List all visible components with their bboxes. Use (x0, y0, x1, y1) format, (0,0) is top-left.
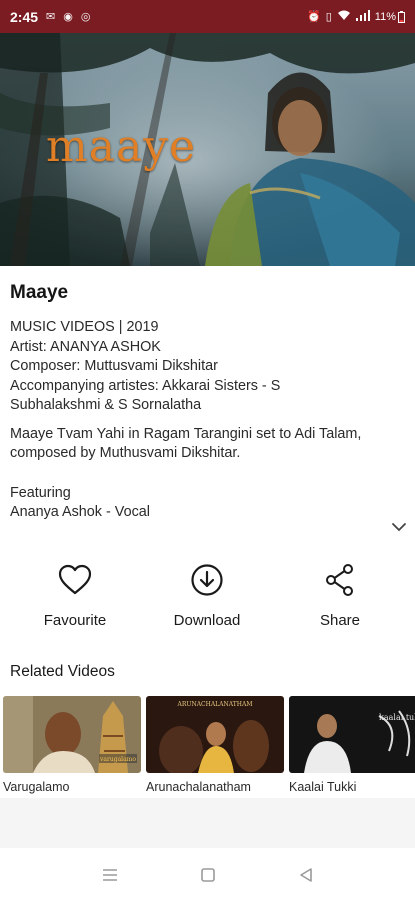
content-footer (0, 798, 415, 848)
related-thumbnail: varugalamo (3, 696, 141, 773)
category-year: MUSIC VIDEOS | 2019 (10, 319, 159, 335)
composer-line: Composer: Muttusvami Dikshitar (10, 358, 218, 374)
home-icon (201, 868, 215, 882)
favourite-label: Favourite (43, 612, 107, 629)
menu-icon (103, 869, 117, 881)
chat-icon: ◉ (63, 11, 73, 23)
home-button[interactable] (198, 866, 218, 884)
accompanying-line-2: Subhalakshmi & S Sornalatha (10, 397, 202, 413)
description-line-1: Maaye Tvam Yahi in Ragam Tarangini set t… (10, 425, 362, 442)
hero-title: maaye (46, 121, 197, 172)
share-label: Share (319, 612, 361, 629)
action-bar: Favourite Download Share (0, 562, 415, 638)
thumb-text: ARUNACHALANATHAM (177, 701, 253, 708)
wifi-icon (337, 10, 351, 24)
related-video-card[interactable]: varugalamo Varugalamo (3, 696, 141, 794)
related-caption: Kaalai Tukki (289, 780, 357, 794)
related-thumbnail: ARUNACHALANATHAM (146, 696, 284, 773)
favourite-button[interactable]: Favourite (20, 562, 130, 629)
download-label: Download (173, 612, 241, 629)
back-icon (300, 868, 312, 882)
video-title: Maaye (10, 282, 69, 303)
media-icon: ◎ (80, 11, 91, 23)
battery-icon (398, 10, 405, 23)
accompanying-line-1: Accompanying artistes: Akkarai Sisters -… (10, 377, 281, 394)
video-details: Maaye MUSIC VIDEOS | 2019 Artist: ANANYA… (10, 266, 410, 523)
thumb-text: varugalamo (99, 756, 136, 763)
artist-line: Artist: ANANYA ASHOK (10, 338, 161, 355)
video-meta: MUSIC VIDEOS | 2019 Artist: ANANYA ASHOK… (10, 318, 410, 416)
share-icon (326, 564, 353, 596)
featuring-label: Featuring (10, 484, 71, 501)
status-bar: 2:45 ✉ ◉ ◎ ⏰ ▯ 11% (0, 0, 415, 33)
vibrate-icon: ▯ (325, 11, 332, 23)
signal-icon (355, 9, 370, 24)
back-button[interactable] (296, 866, 316, 884)
thumb-text: kaalai tukki (379, 713, 415, 722)
related-video-card[interactable]: kaalai tukki Kaalai Tukki (289, 696, 415, 794)
battery-indicator: 11% (374, 10, 405, 23)
notification-icon: ✉ (46, 11, 56, 23)
download-icon (191, 564, 223, 596)
related-caption: Varugalamo (3, 780, 70, 794)
status-time: 2:45 (10, 8, 39, 25)
related-caption: Arunachalanatham (146, 780, 251, 794)
battery-percent: 11% (374, 10, 396, 23)
video-description: Maaye Tvam Yahi in Ragam Tarangini set t… (10, 425, 410, 464)
system-nav-bar (0, 848, 415, 900)
expand-details-button[interactable] (389, 518, 409, 536)
recent-apps-button[interactable] (100, 866, 120, 884)
status-left: 2:45 ✉ ◉ ◎ (10, 9, 90, 25)
related-video-card[interactable]: ARUNACHALANATHAM Arunachalanatham (146, 696, 284, 794)
share-button[interactable]: Share (285, 562, 395, 629)
chevron-down-icon (392, 523, 406, 532)
related-thumbnail: kaalai tukki (289, 696, 415, 773)
featuring-value: Ananya Ashok - Vocal (10, 504, 150, 520)
heart-icon (58, 564, 92, 595)
download-button[interactable]: Download (152, 562, 262, 629)
alarm-icon: ⏰ (307, 11, 321, 23)
featuring-block: Featuring Ananya Ashok - Vocal (10, 484, 410, 523)
related-videos-list[interactable]: varugalamo Varugalamo ARUNACHALANATHAM A… (3, 696, 415, 798)
status-right: ⏰ ▯ 11% (307, 9, 405, 24)
description-line-2: composed by Muthusvami Dikshitar. (10, 445, 241, 461)
hero-banner[interactable]: maaye (0, 33, 415, 266)
related-videos-title: Related Videos (10, 663, 115, 680)
